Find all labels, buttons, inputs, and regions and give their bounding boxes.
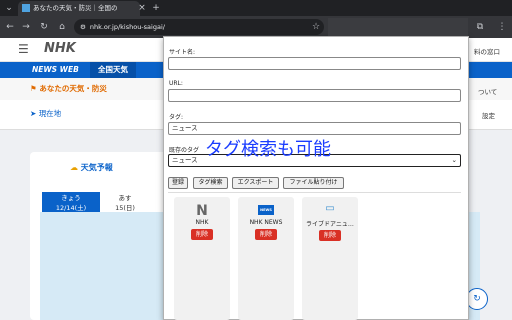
- export-button[interactable]: エクスポート: [232, 177, 279, 189]
- overlay-caption: タグ検索も可能: [205, 139, 331, 160]
- nav-national-weather[interactable]: 全国天気: [90, 62, 136, 78]
- tag-label: タグ:: [169, 114, 184, 121]
- chevron-down-icon: ⌄: [451, 156, 457, 164]
- site-name-label: サイト名:: [169, 49, 196, 56]
- nav-news-web[interactable]: NEWS WEB: [32, 62, 79, 78]
- card-title: NHK NEWS: [249, 219, 283, 226]
- day-date: 15(日): [115, 204, 135, 212]
- nhk-n-icon: N: [196, 203, 208, 219]
- current-location[interactable]: ➤ 現在地: [30, 108, 61, 119]
- delete-button[interactable]: 削除: [255, 229, 277, 240]
- url-text: nhk.or.jp/kishou-saigai/: [89, 23, 165, 31]
- day-label: きょう: [61, 194, 81, 202]
- register-button[interactable]: 登録: [168, 177, 188, 189]
- day-tab-today[interactable]: きょう 12/14(土): [42, 192, 100, 212]
- bookmark-star-icon[interactable]: ☆: [310, 19, 322, 35]
- site-info-icon[interactable]: ⚙: [80, 23, 86, 31]
- paste-file-button[interactable]: ファイル貼り付け: [283, 177, 344, 189]
- card-title: ライブドアニュ…: [306, 221, 354, 228]
- about-link[interactable]: ついて: [478, 86, 497, 96]
- site-name-input[interactable]: [168, 57, 461, 70]
- day-date: 12/14(土): [55, 204, 87, 212]
- day-tab-tomorrow[interactable]: あす 15(日): [100, 192, 150, 212]
- browser-tab[interactable]: あなたの天気・防災｜全国の: [18, 1, 140, 16]
- breadcrumb[interactable]: ⚑ あなたの天気・防災: [30, 83, 107, 94]
- nhk-news-icon: NEWS: [258, 205, 274, 215]
- delete-button[interactable]: 削除: [191, 229, 213, 240]
- tab-title: あなたの天気・防災｜全国の: [33, 4, 118, 12]
- day-label: あす: [118, 194, 132, 202]
- location-arrow-icon: ➤: [30, 109, 37, 118]
- card-title: NHK: [195, 219, 209, 226]
- new-tab-icon[interactable]: +: [150, 0, 162, 16]
- close-tab-icon[interactable]: ×: [136, 0, 148, 16]
- map-zoom-icon[interactable]: ↻: [466, 288, 488, 310]
- menu-dots-icon[interactable]: ⋮: [496, 19, 508, 35]
- tab-search-icon[interactable]: ⌄: [3, 0, 15, 16]
- favicon: [22, 4, 30, 12]
- nhk-logo[interactable]: NHK: [44, 41, 76, 56]
- weather-cloud-icon: ☁: [70, 163, 78, 172]
- address-bar[interactable]: ⚙ nhk.or.jp/kishou-saigai/: [74, 19, 324, 35]
- bookmark-card[interactable]: [302, 197, 358, 320]
- bookmark-card[interactable]: [238, 197, 294, 320]
- header-link[interactable]: 料の窓口: [474, 46, 500, 56]
- reload-icon[interactable]: ↻: [38, 19, 50, 35]
- livedoor-icon: ▭: [325, 203, 335, 214]
- url-input[interactable]: [168, 89, 461, 102]
- home-icon[interactable]: ⌂: [56, 19, 68, 35]
- forecast-title: ☁ 天気予報: [70, 163, 113, 172]
- back-icon[interactable]: ←: [4, 19, 16, 35]
- delete-button[interactable]: 削除: [319, 230, 341, 241]
- tag-search-button[interactable]: タグ検索: [193, 177, 228, 189]
- shield-icon: ⚑: [30, 84, 37, 93]
- divider: [168, 192, 461, 193]
- selected-tag: ニュース: [172, 156, 198, 164]
- popup-topbar: [328, 18, 468, 36]
- extensions-icon[interactable]: ⧉: [474, 19, 486, 35]
- existing-tag-label: 既存のタグ: [169, 147, 200, 154]
- settings-link[interactable]: 設定: [482, 110, 495, 120]
- url-label: URL:: [169, 80, 183, 87]
- hamburger-menu-icon[interactable]: ☰: [18, 42, 29, 56]
- tag-input[interactable]: ニュース: [168, 122, 461, 135]
- forward-icon[interactable]: →: [20, 19, 32, 35]
